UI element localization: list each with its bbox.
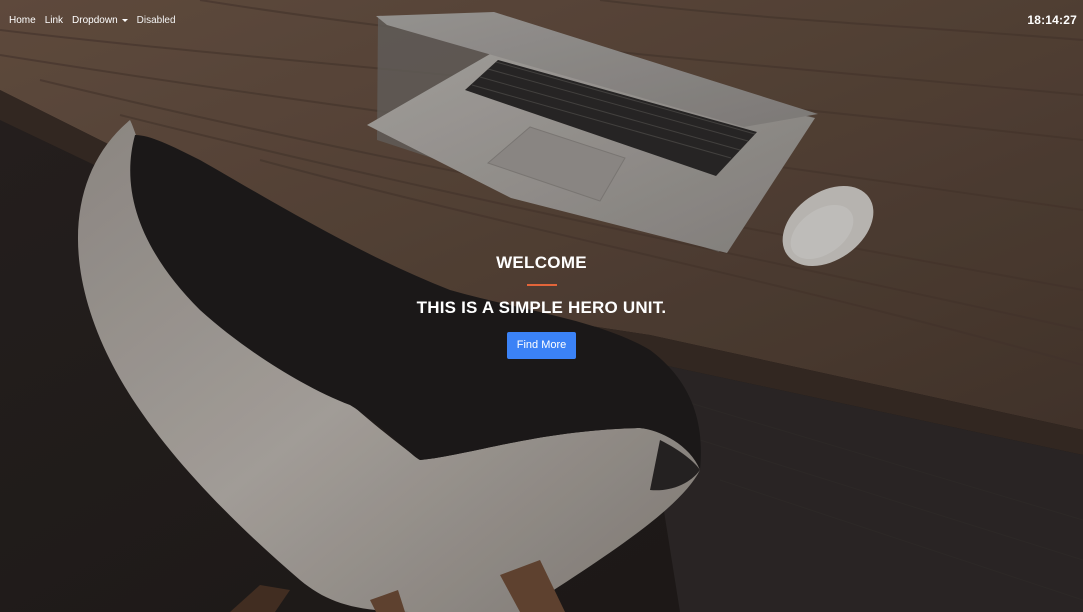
nav-link-disabled: Disabled bbox=[136, 14, 176, 26]
nav-link-home[interactable]: Home bbox=[9, 15, 36, 26]
clock: 18:14:27 bbox=[1027, 13, 1077, 27]
nav-links: Home Link Dropdown Disabled bbox=[9, 15, 176, 26]
hero-title: THIS IS A SIMPLE HERO UNIT. bbox=[416, 298, 667, 317]
caret-down-icon bbox=[121, 18, 128, 22]
nav-link-link[interactable]: Link bbox=[45, 15, 63, 26]
nav-dropdown-label: Dropdown bbox=[72, 14, 118, 26]
find-more-button[interactable]: Find More bbox=[506, 332, 577, 359]
hero-divider bbox=[526, 284, 557, 286]
hero-kicker: WELCOME bbox=[496, 253, 587, 272]
nav-dropdown[interactable]: Dropdown bbox=[72, 15, 128, 26]
top-navbar: Home Link Dropdown Disabled 18:14:27 bbox=[0, 0, 1083, 40]
hero-section: Home Link Dropdown Disabled 18:14:27 WEL… bbox=[0, 0, 1083, 612]
hero-content: WELCOME THIS IS A SIMPLE HERO UNIT. Find… bbox=[0, 247, 1083, 359]
